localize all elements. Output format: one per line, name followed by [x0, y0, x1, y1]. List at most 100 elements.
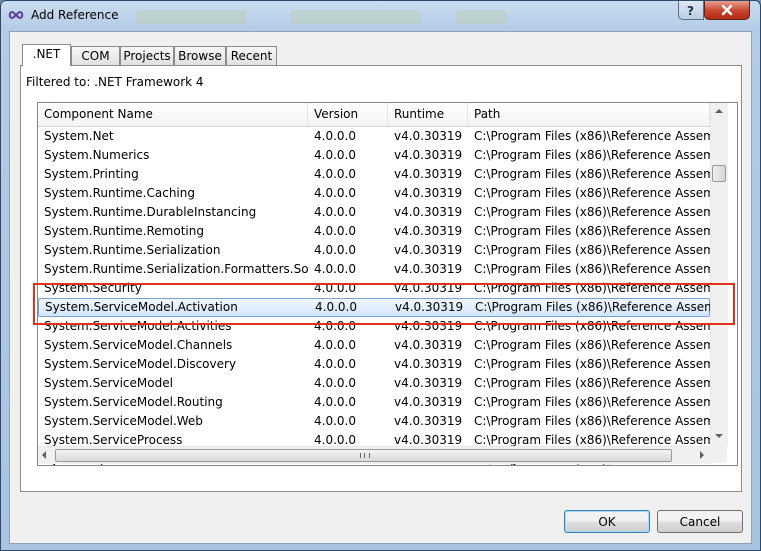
vertical-scroll-thumb[interactable]	[712, 165, 726, 182]
column-header-path[interactable]: Path	[468, 103, 710, 126]
add-reference-window: Add Reference ? .NET COM Projects Browse…	[0, 0, 761, 551]
dialog-client-area: .NET COM Projects Browse Recent Filtered…	[9, 31, 752, 544]
cell-path: C:\Program Files (x86)\Reference Assembl…	[474, 357, 710, 371]
window-title: Add Reference	[31, 8, 119, 22]
cell-runtime: v4.0.30319	[394, 129, 463, 143]
cell-path: C:\Program Files (x86)\Reference Assembl…	[474, 148, 710, 162]
tab-label: COM	[81, 49, 110, 63]
table-row[interactable]: System.ServiceModel.Web 4.0.0.0 v4.0.30319…	[38, 412, 710, 431]
cell-runtime: v4.0.30319	[394, 205, 463, 219]
scroll-up-arrow-icon[interactable]	[715, 109, 723, 113]
tab-label: Recent	[230, 49, 273, 63]
ok-button[interactable]: OK	[564, 510, 650, 533]
tab-recent[interactable]: Recent	[226, 46, 277, 65]
list-header: Component Name Version Runtime Path	[38, 103, 710, 127]
vertical-scrollbar[interactable]	[710, 103, 728, 446]
table-row[interactable]: System.Net 4.0.0.0 v4.0.30319 C:\Program Fi…	[38, 127, 710, 146]
cell-name: System.Runtime.DurableInstancing	[44, 205, 257, 219]
cell-runtime: v4.0.30319	[394, 338, 463, 352]
infinity-icon	[8, 10, 24, 20]
cell-version: 4.0.0.0	[314, 338, 356, 352]
cell-version: 4.0.0.0	[314, 224, 356, 238]
title-bar[interactable]: Add Reference ?	[1, 1, 760, 31]
table-row[interactable]: System.Runtime.DurableInstancing 4.0.0.0 v…	[38, 203, 710, 222]
table-row[interactable]: System.Printing 4.0.0.0 v4.0.30319 C:\Progr…	[38, 165, 710, 184]
close-button[interactable]	[704, 1, 750, 20]
cell-name: System.ServiceModel.Activation	[45, 300, 238, 314]
cell-version: 4.0.0.0	[314, 167, 356, 181]
table-row[interactable]: System.ServiceModel.Channels 4.0.0.0 v4.0.…	[38, 336, 710, 355]
scroll-down-arrow-icon[interactable]	[715, 434, 723, 438]
cell-version: 4.0.0.0	[314, 262, 356, 276]
tab-dotnet[interactable]: .NET	[22, 44, 71, 66]
table-row[interactable]: System.Runtime.Remoting 4.0.0.0 v4.0.30319…	[38, 222, 710, 241]
cell-path: C:\Program Files (x86)\Reference Assembl…	[475, 300, 711, 314]
cell-runtime: v4.0.30319	[395, 300, 464, 314]
cell-path: C:\Program Files (x86)\Reference Assembl…	[474, 224, 710, 238]
table-row[interactable]: System.Security 4.0.0.0 v4.0.30319 C:\Progr…	[38, 279, 710, 298]
background-blur	[291, 10, 421, 24]
cell-name: System.Runtime.Serialization	[44, 243, 221, 257]
cell-runtime: v4.0.30319	[394, 167, 463, 181]
cell-name: System.ServiceModel	[44, 376, 173, 390]
cell-name: System.ServiceModel.Channels	[44, 338, 233, 352]
question-icon: ?	[687, 4, 694, 18]
tab-com[interactable]: COM	[71, 46, 120, 65]
tab-label: Projects	[123, 49, 171, 63]
cell-version: 4.0.0.0	[314, 414, 356, 428]
cell-name: System.ServiceModel.Activities	[44, 319, 232, 333]
cell-name: System.Runtime.Caching	[44, 186, 195, 200]
scrollbar-corner	[710, 446, 727, 463]
tab-label: .NET	[32, 47, 61, 61]
cell-path: C:\Program Files (x86)\Reference Assembl…	[474, 281, 710, 295]
cell-name: System.ServiceModel.Routing	[44, 395, 223, 409]
horizontal-scroll-thumb[interactable]	[55, 449, 672, 462]
table-row[interactable]: System.ServiceModel.Routing 4.0.0.0 v4.0.3…	[38, 393, 710, 412]
scroll-left-arrow-icon[interactable]	[42, 451, 46, 459]
cell-path: C:\Program Files (x86)\Reference Assembl…	[474, 243, 710, 257]
cell-version: 4.0.0.0	[314, 243, 356, 257]
cell-name: System.Runtime.Serialization.Formatters.…	[44, 262, 308, 276]
cell-path: C:\Program Files (x86)\Reference Assembl…	[474, 129, 710, 143]
filter-label: Filtered to: .NET Framework 4	[26, 75, 204, 89]
component-list[interactable]: Component Name Version Runtime Path Syst…	[37, 102, 738, 466]
cell-version: 4.0.0.0	[314, 395, 356, 409]
column-header-component-name[interactable]: Component Name	[38, 103, 308, 126]
help-button[interactable]: ?	[678, 1, 704, 20]
column-header-runtime[interactable]: Runtime	[388, 103, 468, 126]
cell-version: 4.0.0.0	[314, 148, 356, 162]
tab-browse[interactable]: Browse	[174, 46, 226, 65]
table-row[interactable]: System.ServiceModel.Discovery 4.0.0.0 v4.0…	[38, 355, 710, 374]
tab-projects[interactable]: Projects	[120, 46, 174, 65]
table-row[interactable]: System.Numerics 4.0.0.0 v4.0.30319 C:\Progr…	[38, 146, 710, 165]
cell-runtime: v4.0.30319	[394, 395, 463, 409]
cell-version: 4.0.0.0	[315, 300, 357, 314]
table-row-selected[interactable]: System.ServiceModel.Activation 4.0.0.0 v4.…	[38, 298, 711, 317]
cell-runtime: v4.0.30319	[394, 148, 463, 162]
cell-name: System.Runtime.Remoting	[44, 224, 204, 238]
svg-text:?: ?	[687, 4, 694, 18]
cell-name: System.Numerics	[44, 148, 150, 162]
column-header-version[interactable]: Version	[308, 103, 388, 126]
table-row[interactable]: System.ServiceModel 4.0.0.0 v4.0.30319 C:\P…	[38, 374, 710, 393]
cell-name: System.Printing	[44, 167, 139, 181]
cell-version: 4.0.0.0	[314, 319, 356, 333]
table-row[interactable]: System.Runtime.Serialization.Formatters.…	[38, 260, 710, 279]
scroll-right-arrow-icon[interactable]	[700, 451, 704, 459]
cell-path: C:\Program Files (x86)\Reference Assembl…	[474, 338, 710, 352]
cell-path: C:\Program Files (x86)\Reference Assembl…	[474, 167, 710, 181]
cancel-button[interactable]: Cancel	[657, 510, 743, 533]
grip-icon	[360, 453, 370, 458]
cell-runtime: v4.0.30319	[394, 186, 463, 200]
table-row[interactable]: System.Runtime.Serialization 4.0.0.0 v4.0.…	[38, 241, 710, 260]
table-row[interactable]: System.Runtime.Caching 4.0.0.0 v4.0.30319 C…	[38, 184, 710, 203]
cell-version: 4.0.0.0	[314, 281, 356, 295]
horizontal-scrollbar[interactable]	[38, 446, 710, 464]
cell-path: C:\Program Files (x86)\Reference Assembl…	[474, 319, 710, 333]
cell-version: 4.0.0.0	[314, 186, 356, 200]
cell-runtime: v4.0.30319	[394, 376, 463, 390]
cell-runtime: v4.0.30319	[394, 357, 463, 371]
cell-runtime: v4.0.30319	[394, 319, 463, 333]
table-row[interactable]: System.ServiceModel.Activities 4.0.0.0 v4.…	[38, 317, 710, 336]
cell-path: C:\Program Files (x86)\Reference Assembl…	[474, 395, 710, 409]
